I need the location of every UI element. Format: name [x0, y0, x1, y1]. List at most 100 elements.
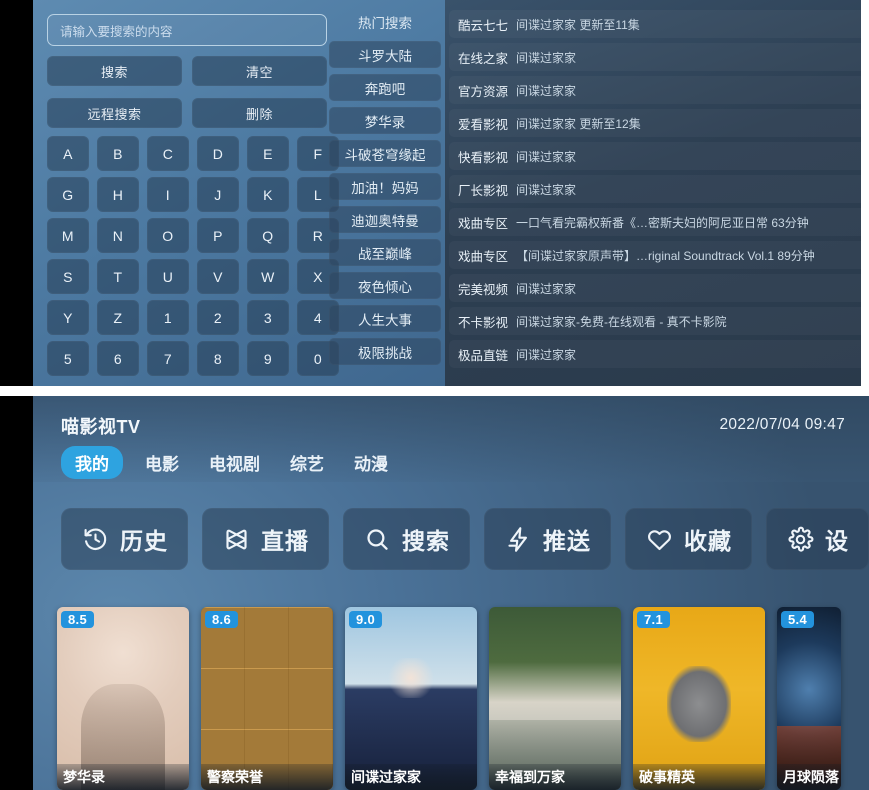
key-j[interactable]: J: [197, 177, 239, 212]
key-a[interactable]: A: [47, 136, 89, 171]
right-white-edge-top: [861, 0, 869, 386]
key-g[interactable]: G: [47, 177, 89, 212]
search-input[interactable]: 请输入要搜索的内容: [47, 14, 327, 46]
poster-title: 幸福到万家: [489, 764, 621, 790]
hot-search-item[interactable]: 人生大事: [329, 305, 441, 332]
app-title: 喵影视TV: [61, 417, 141, 437]
action-button-gear[interactable]: 设: [766, 508, 869, 570]
key-z[interactable]: Z: [97, 300, 139, 335]
tab-0[interactable]: 我的: [61, 446, 123, 479]
search-result-row[interactable]: 戏曲专区 一口气看完霸权新番《…密斯夫妇的阿尼亚日常 63分钟: [449, 208, 869, 236]
search-result-row[interactable]: 快看影视 间谍过家家: [449, 142, 869, 170]
hot-search-item[interactable]: 极限挑战: [329, 338, 441, 365]
key-i[interactable]: I: [147, 177, 189, 212]
panel-separator: [0, 386, 869, 396]
key-m[interactable]: M: [47, 218, 89, 253]
search-result-row[interactable]: 不卡影视 间谍过家家-免费-在线观看 - 真不卡影院: [449, 307, 869, 335]
tab-2[interactable]: 电视剧: [201, 446, 268, 479]
poster-card[interactable]: 幸福到万家: [489, 607, 621, 790]
key-b[interactable]: B: [97, 136, 139, 171]
key-6[interactable]: 6: [97, 341, 139, 376]
search-result-row[interactable]: 完美视频 间谍过家家: [449, 274, 869, 302]
key-n[interactable]: N: [97, 218, 139, 253]
tab-4[interactable]: 动漫: [346, 446, 396, 479]
tv-tab-bar: 我的 电影 电视剧 综艺 动漫: [61, 446, 396, 479]
search-button-label: 搜索: [100, 64, 128, 80]
key-1[interactable]: 1: [147, 300, 189, 335]
key-v[interactable]: V: [197, 259, 239, 294]
search-result-row[interactable]: 酷云七七 间谍过家家 更新至11集: [449, 10, 869, 38]
history-icon: [81, 525, 109, 553]
poster-card[interactable]: 8.5 梦华录: [57, 607, 189, 790]
hot-search-item[interactable]: 夜色倾心: [329, 272, 441, 299]
hot-search-item[interactable]: 斗破苍穹缘起: [329, 140, 441, 167]
hot-search-item[interactable]: 斗罗大陆: [329, 41, 441, 68]
hot-search-item[interactable]: 加油！妈妈: [329, 173, 441, 200]
action-button-heart[interactable]: 收藏: [625, 508, 752, 570]
key-k[interactable]: K: [247, 177, 289, 212]
left-black-bezel-top: [0, 0, 33, 386]
result-title: 间谍过家家: [516, 347, 577, 362]
search-result-row[interactable]: 在线之家 间谍过家家: [449, 43, 869, 71]
action-button-history[interactable]: 历史: [61, 508, 188, 570]
search-result-row[interactable]: 极品直链 间谍过家家: [449, 340, 869, 368]
search-input-placeholder: 请输入要搜索的内容: [60, 24, 173, 39]
poster-card[interactable]: 7.1 破事精英: [633, 607, 765, 790]
hot-search-column: 热门搜索 斗罗大陆奔跑吧梦华录斗破苍穹缘起 加油！妈妈迪迦奥特曼战至巅峰夜色倾心人…: [329, 0, 441, 386]
remote-search-button-label: 远程搜索: [87, 106, 142, 122]
tab-1[interactable]: 电影: [137, 446, 187, 479]
live-broadcast-icon: [222, 525, 250, 553]
key-y[interactable]: Y: [47, 300, 89, 335]
hot-search-item[interactable]: 迪迦奥特曼: [329, 206, 441, 233]
key-u[interactable]: U: [147, 259, 189, 294]
tv-home-panel: 喵影视TV 2022/07/04 09:47 我的 电影 电视剧 综艺 动漫 历史 直播 搜…: [0, 396, 869, 790]
key-o[interactable]: O: [147, 218, 189, 253]
search-button[interactable]: 搜索: [47, 56, 182, 86]
key-7[interactable]: 7: [147, 341, 189, 376]
key-5[interactable]: 5: [47, 341, 89, 376]
result-source: 爱看影视: [458, 117, 509, 132]
hot-search-title: 热门搜索: [358, 15, 412, 31]
key-d[interactable]: D: [197, 136, 239, 171]
key-c[interactable]: C: [147, 136, 189, 171]
tab-3[interactable]: 综艺: [282, 446, 332, 479]
key-e[interactable]: E: [247, 136, 289, 171]
action-button-search[interactable]: 搜索: [343, 508, 470, 570]
on-screen-keypad: ABCDEFGHIJKLMNOPQRSTUVWXYZ1234567890: [47, 136, 339, 376]
search-result-row[interactable]: 戏曲专区 【间谍过家家原声带】…riginal Soundtrack Vol.1 …: [449, 241, 869, 269]
poster-title: 警察荣誉: [201, 764, 333, 790]
search-result-row[interactable]: 厂长影视 间谍过家家: [449, 175, 869, 203]
action-button-push-lightning[interactable]: 推送: [484, 508, 611, 570]
screenshot-root: 请输入要搜索的内容 搜索 清空 远程搜索 删除 ABCDEFG H I J K …: [0, 0, 869, 790]
poster-card[interactable]: 5.4 月球陨落: [777, 607, 841, 790]
hot-search-item[interactable]: 战至巅峰: [329, 239, 441, 266]
key-q[interactable]: Q: [247, 218, 289, 253]
key-s[interactable]: S: [47, 259, 89, 294]
delete-button[interactable]: 删除: [192, 98, 327, 128]
rating-badge: 5.4: [781, 611, 814, 628]
remote-search-button[interactable]: 远程搜索: [47, 98, 182, 128]
key-9[interactable]: 9: [247, 341, 289, 376]
key-w[interactable]: W: [247, 259, 289, 294]
poster-card[interactable]: 8.6 警察荣誉: [201, 607, 333, 790]
poster-artwork: [633, 607, 765, 790]
clock: 2022/07/04 09:47: [719, 416, 845, 433]
search-result-row[interactable]: 爱看影视 间谍过家家 更新至12集: [449, 109, 869, 137]
poster-card[interactable]: 9.0 间谍过家家: [345, 607, 477, 790]
key-p[interactable]: P: [197, 218, 239, 253]
search-result-row[interactable]: 官方资源 间谍过家家: [449, 76, 869, 104]
key-3[interactable]: 3: [247, 300, 289, 335]
action-button-live-broadcast[interactable]: 直播: [202, 508, 329, 570]
search-action-row-1: 搜索 清空: [47, 56, 327, 86]
key-t[interactable]: T: [97, 259, 139, 294]
left-black-bezel-bottom: [0, 396, 33, 790]
result-source: 快看影视: [458, 150, 509, 165]
clear-button[interactable]: 清空: [192, 56, 327, 86]
key-2[interactable]: 2: [197, 300, 239, 335]
hot-search-item[interactable]: 奔跑吧: [329, 74, 441, 101]
key-8[interactable]: 8: [197, 341, 239, 376]
result-source: 酷云七七: [458, 18, 509, 33]
key-h[interactable]: H: [97, 177, 139, 212]
push-lightning-icon: [504, 525, 532, 553]
hot-search-item[interactable]: 梦华录: [329, 107, 441, 134]
